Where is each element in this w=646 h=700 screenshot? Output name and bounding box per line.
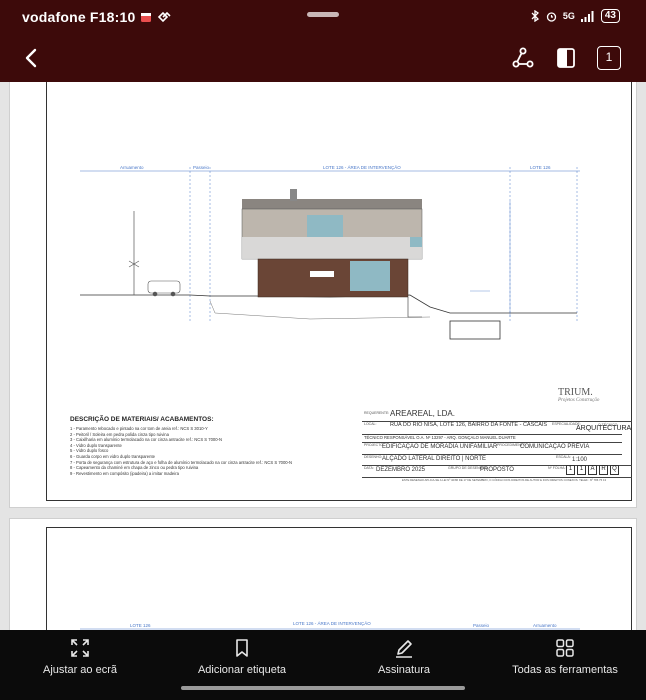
procedimento-value: COMUNICAÇÃO PRÉVIA bbox=[520, 444, 590, 450]
lot-label-right: LOTE 126 bbox=[530, 165, 551, 170]
battery-icon: 43 bbox=[600, 9, 620, 23]
folha-box: Q bbox=[610, 465, 619, 475]
folha-boxes: 1 1 A R Q bbox=[566, 465, 619, 475]
desenho-label: DESENHO: bbox=[364, 455, 383, 459]
home-indicator[interactable] bbox=[181, 686, 465, 690]
title-block-footer: ESTE DESENHO APLICA-SE A LEI Nº 40/86 DE… bbox=[402, 478, 607, 482]
desenho-value: ALÇADO LATERAL DIREITO | NORTE bbox=[382, 456, 487, 462]
elevation-drawing-2 bbox=[80, 628, 580, 630]
fit-screen-button[interactable]: Ajustar ao ecrã bbox=[28, 638, 132, 676]
status-pill bbox=[307, 12, 339, 17]
grupo-value: PROPOSTO bbox=[480, 467, 514, 473]
all-tools-grid-icon bbox=[556, 639, 574, 657]
passeio-label: Passeio bbox=[473, 623, 490, 628]
requerente-value: AREAREAL, LDA. bbox=[390, 409, 455, 418]
logo-subtitle: Projetos Construção bbox=[558, 398, 600, 403]
pdf-page-1: LOTE 126 - ÁREA DE INTERVENÇÃO LOTE 126 … bbox=[9, 82, 637, 508]
document-viewer[interactable]: LOTE 126 - ÁREA DE INTERVENÇÃO LOTE 126 … bbox=[0, 82, 646, 630]
reader-mode-icon[interactable] bbox=[554, 46, 578, 70]
all-tools-label: Todas as ferramentas bbox=[512, 664, 618, 676]
toolbar: 1 bbox=[0, 34, 646, 82]
signature-pen-icon bbox=[396, 640, 412, 658]
pdf-page-2: LOTE 126 LOTE 126 - ÁREA DE INTERVENÇÃO … bbox=[9, 518, 637, 630]
escala-value: 1:100 bbox=[572, 457, 588, 463]
folha-label: Nº FOLHA: bbox=[548, 466, 566, 470]
trium-logo: TRIUM. Projetos Construção bbox=[558, 387, 599, 403]
add-label-button[interactable]: Adicionar etiqueta bbox=[190, 638, 294, 676]
elevation-drawing bbox=[80, 167, 580, 340]
materials-title: DESCRIÇÃO DE MATERIAIS/ ACABAMENTOS: bbox=[70, 416, 214, 423]
title-block: REQUERENTE: AREAREAL, LDA. LOCAL: RUA DO… bbox=[362, 409, 632, 501]
page-count-icon[interactable]: 1 bbox=[597, 46, 621, 70]
arrow-left-icon[interactable] bbox=[18, 44, 46, 72]
bookmark-icon bbox=[236, 639, 248, 657]
folha-box: 1 bbox=[577, 465, 586, 475]
data-label: DATA: bbox=[364, 466, 374, 470]
status-right: 5G 43 bbox=[531, 9, 620, 23]
share-icon[interactable] bbox=[511, 46, 535, 70]
folha-box: A bbox=[588, 465, 597, 475]
arruamento-label: Arruamento bbox=[120, 165, 144, 170]
material-item: 9 - Revestimento em compósito (ipadeira)… bbox=[70, 470, 179, 476]
projecto-label: PROJECTO: bbox=[364, 443, 384, 447]
notification-icon bbox=[158, 11, 172, 23]
passeio-label: Passeio bbox=[193, 165, 210, 170]
bluetooth-icon bbox=[531, 10, 539, 22]
signal-icon bbox=[580, 10, 594, 22]
calendar-icon bbox=[141, 13, 152, 22]
local-value: RUA DO RIO NISA, LOTE 126, BAIRRO DA FON… bbox=[390, 422, 548, 428]
fit-screen-label: Ajustar ao ecrã bbox=[43, 664, 117, 676]
network-label: 5G bbox=[562, 11, 575, 21]
tecnico-responsavel: TÉCNICO RESPONSÁVEL O.A. Nº 13297 - ARQ.… bbox=[364, 435, 516, 440]
signature-label: Assinatura bbox=[378, 664, 430, 676]
lot-label: LOTE 126 - ÁREA DE INTERVENÇÃO bbox=[293, 621, 371, 626]
local-label: LOCAL: bbox=[364, 422, 377, 426]
folha-box: 1 bbox=[566, 465, 575, 475]
status-bar: vodafone F18:10 5G 43 bbox=[0, 0, 646, 34]
alarm-icon bbox=[546, 11, 557, 22]
data-value: DEZEMBRO 2025 bbox=[376, 467, 426, 473]
fit-screen-icon bbox=[71, 639, 89, 657]
escala-label: ESCALA: bbox=[556, 455, 571, 459]
materials-description: DESCRIÇÃO DE MATERIAIS/ ACABAMENTOS: 1 -… bbox=[70, 416, 370, 476]
folha-box: R bbox=[599, 465, 608, 475]
requerente-label: REQUERENTE: bbox=[364, 411, 390, 415]
carrier-time: vodafone F18:10 bbox=[22, 9, 136, 25]
all-tools-button[interactable]: Todas as ferramentas bbox=[510, 638, 620, 676]
arruamento-label: Arruamento bbox=[533, 623, 557, 628]
projecto-value: EDIFICAÇÃO DE MORADIA UNIFAMILIAR bbox=[382, 444, 498, 450]
signature-button[interactable]: Assinatura bbox=[356, 638, 452, 676]
lot-label: LOTE 126 - ÁREA DE INTERVENÇÃO bbox=[323, 165, 401, 170]
status-left: vodafone F18:10 bbox=[22, 9, 172, 25]
add-label-label: Adicionar etiqueta bbox=[197, 664, 287, 676]
logo-text: TRIUM. bbox=[558, 387, 593, 398]
tecnico-label: O TÉCNICO: bbox=[598, 423, 619, 427]
lot-label-right: LOTE 126 bbox=[130, 623, 151, 628]
